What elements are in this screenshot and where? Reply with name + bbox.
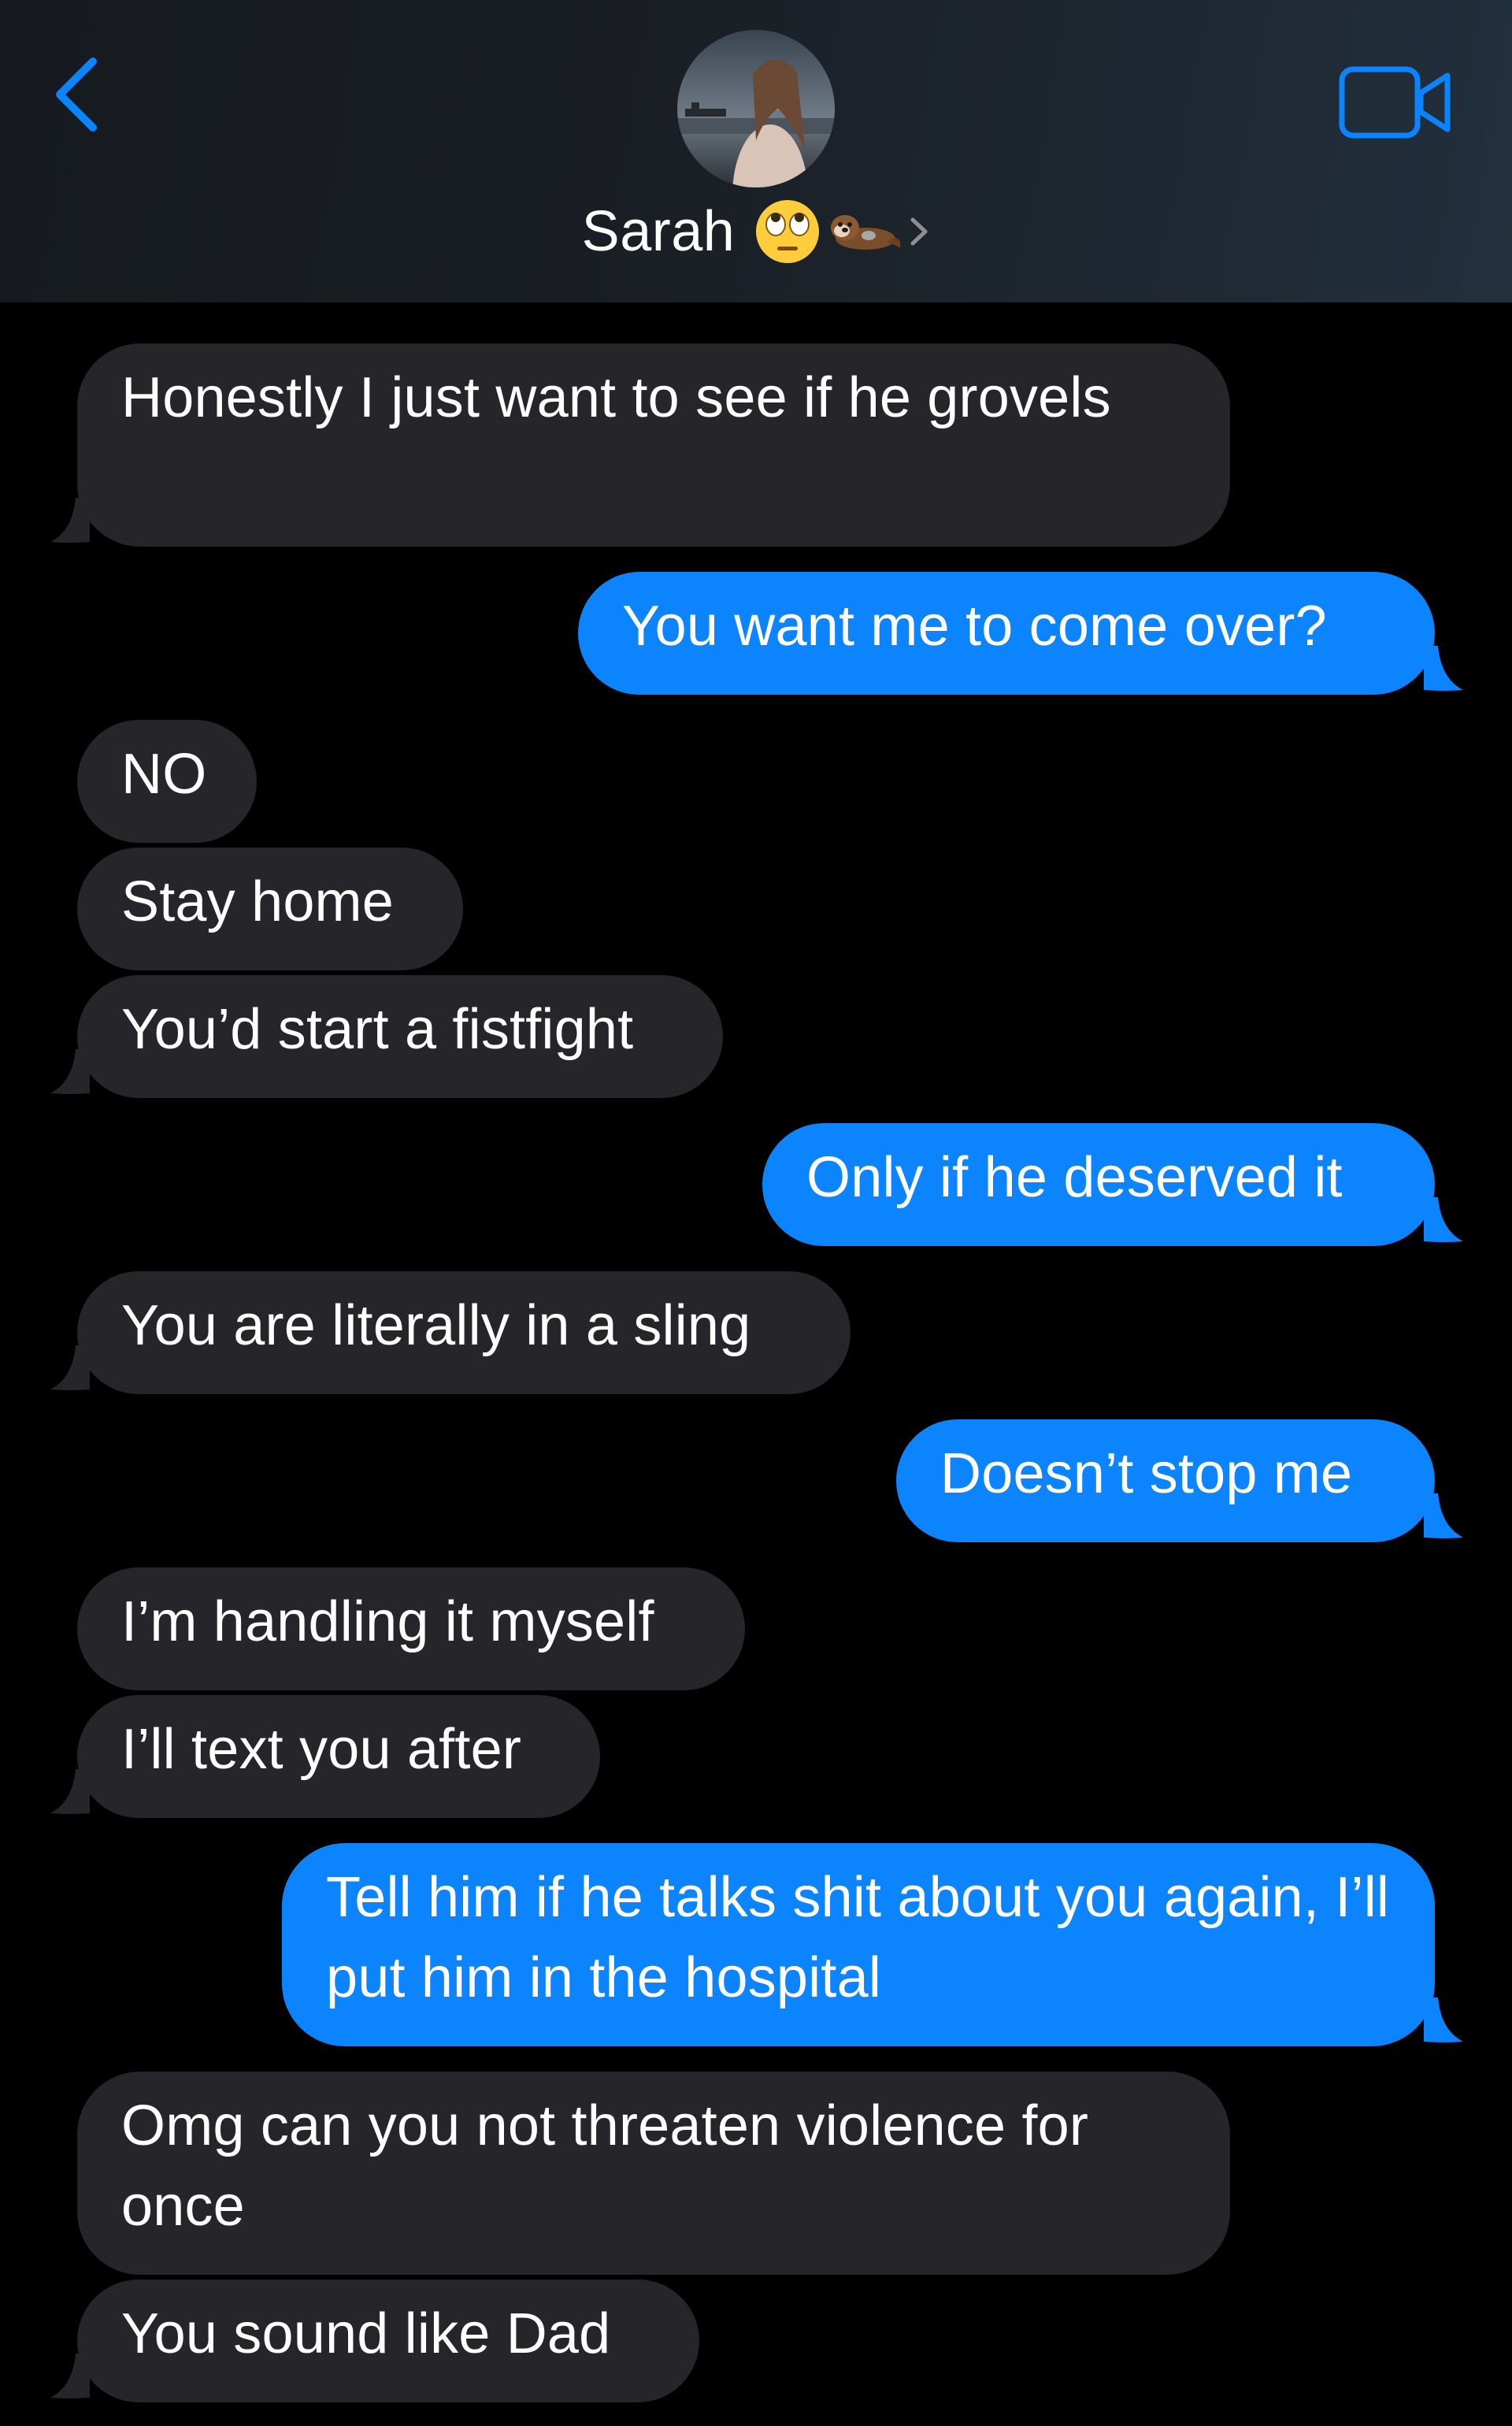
outgoing-message[interactable]: Only if he deserved it (762, 1123, 1435, 1246)
incoming-message[interactable]: I’m handling it myself (77, 1567, 745, 1690)
video-call-button[interactable] (1339, 66, 1452, 139)
message-text: I’ll text you after (121, 1718, 522, 1781)
bubble-tail (1418, 1197, 1465, 1245)
bubble-tail (49, 1769, 96, 1816)
video-camera-icon (1339, 66, 1452, 139)
outgoing-message[interactable]: Tell him if he talks shit about you agai… (282, 1843, 1435, 2046)
bubble-tail (49, 2354, 96, 2401)
incoming-message[interactable]: You are literally in a sling (77, 1271, 850, 1394)
message-text: Only if he deserved it (806, 1146, 1343, 1209)
message-text: NO (121, 743, 207, 806)
outgoing-message[interactable]: You want me to come over? (578, 572, 1435, 695)
bubble-tail (49, 498, 96, 545)
otter-icon (825, 204, 903, 259)
bubble-tail (49, 1049, 96, 1096)
incoming-message[interactable]: Omg can you not threaten violence for on… (77, 2072, 1230, 2275)
incoming-message[interactable]: You’d start a fistfight (77, 975, 723, 1098)
message-text: Omg can you not threaten violence for on… (121, 2094, 1089, 2238)
message-text: Tell him if he talks shit about you agai… (326, 1866, 1390, 2009)
bubble-tail (1418, 1998, 1465, 2045)
bubble-tail (1418, 1493, 1465, 1541)
face-with-rolling-eyes-icon (754, 198, 821, 265)
message-text: I’m handling it myself (121, 1590, 654, 1653)
incoming-message[interactable]: You sound like Dad (77, 2279, 699, 2402)
chevron-left-icon (46, 49, 109, 143)
message-text: You sound like Dad (121, 2302, 611, 2365)
message-text: Doesn’t stop me (940, 1442, 1353, 1505)
contact-name: Sarah (581, 200, 736, 263)
outgoing-message[interactable]: Doesn’t stop me (896, 1419, 1435, 1542)
chevron-right-icon (908, 212, 930, 251)
message-text: Stay home (121, 870, 394, 933)
bubble-tail (49, 1345, 96, 1393)
incoming-message[interactable]: NO (77, 720, 257, 843)
message-text: You want me to come over? (622, 595, 1327, 658)
message-text: You’d start a fistfight (121, 998, 634, 1061)
incoming-message[interactable]: I’ll text you after (77, 1695, 600, 1818)
back-button[interactable] (46, 49, 109, 143)
incoming-message[interactable]: Honestly I just want to see if he grovel… (77, 343, 1230, 547)
message-text: You are literally in a sling (121, 1294, 751, 1357)
incoming-message[interactable]: Stay home (77, 848, 463, 970)
contact-details-link[interactable]: Sarah (0, 192, 1512, 271)
contact-avatar[interactable] (677, 30, 835, 187)
bubble-tail (1418, 646, 1465, 693)
message-text: Honestly I just want to see if he grovel… (121, 366, 1111, 429)
conversation-header: Sarah (0, 0, 1512, 302)
